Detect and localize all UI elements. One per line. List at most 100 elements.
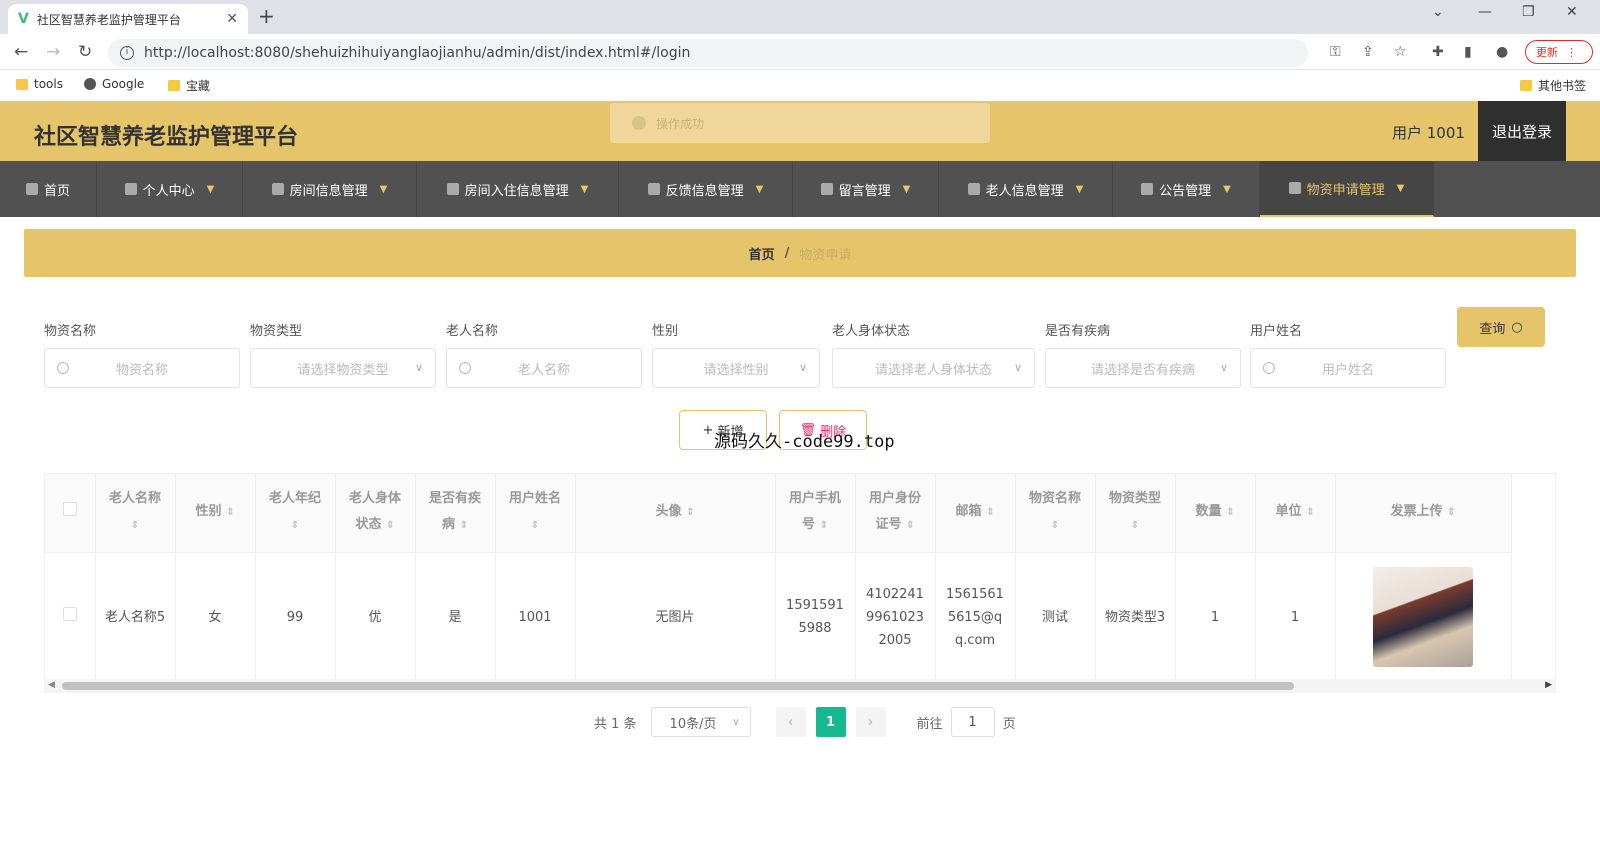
sort-icon[interactable]: ⇕ <box>820 520 828 531</box>
sort-icon[interactable]: ⇕ <box>906 520 914 531</box>
item-type-select[interactable]: 请选择物资类型 ∨ <box>250 348 436 388</box>
sort-icon[interactable]: ⇕ <box>1131 520 1139 531</box>
bookmark-treasure[interactable]: 宝藏 <box>168 77 210 94</box>
column-header[interactable]: 物资类型 ⇕ <box>1095 474 1176 553</box>
page-number-button[interactable]: 1 <box>815 707 846 737</box>
username-input[interactable]: 用户姓名 <box>1250 348 1446 388</box>
column-header[interactable]: 性别 ⇕ <box>175 474 256 553</box>
new-tab-icon[interactable]: + <box>258 4 275 28</box>
column-header[interactable]: 用户手机号 ⇕ <box>775 474 856 553</box>
elder-status-select[interactable]: 请选择老人身体状态 ∨ <box>832 348 1035 388</box>
nav-personal-center[interactable]: 个人中心 ▼ <box>97 161 243 217</box>
share-icon[interactable]: ⇪ <box>1362 44 1374 60</box>
page-size-select[interactable]: 10条/页 ∨ <box>650 707 751 737</box>
home-icon <box>25 183 38 195</box>
bookmark-tools[interactable]: tools <box>16 77 63 91</box>
nav-supply-application[interactable]: 物资申请管理 ▼ <box>1260 161 1434 217</box>
column-header[interactable]: 老人名称 ⇕ <box>95 474 176 553</box>
nav-home[interactable]: 首页 <box>0 161 97 217</box>
nav-elder-info[interactable]: 老人信息管理 ▼ <box>939 161 1113 217</box>
column-header[interactable]: 发票上传 ⇕ <box>1335 474 1512 553</box>
profile-icon[interactable]: ● <box>1496 44 1508 60</box>
search-icon <box>57 362 69 374</box>
invoice-image[interactable] <box>1373 567 1473 668</box>
document-icon <box>446 183 459 195</box>
sort-icon[interactable]: ⇕ <box>460 520 468 531</box>
header-label: 发票上传 <box>1390 504 1443 520</box>
sort-icon[interactable]: ⇕ <box>1306 507 1314 518</box>
column-header[interactable]: 是否有疾病 ⇕ <box>415 474 496 553</box>
restore-icon[interactable]: ❐ <box>1522 4 1535 20</box>
sort-icon[interactable]: ⇕ <box>386 520 394 531</box>
nav-label: 留言管理 <box>838 183 891 199</box>
column-header[interactable]: 用户身份证号 ⇕ <box>855 474 936 553</box>
extensions-icon[interactable]: ✚ <box>1432 44 1444 60</box>
header-label: 用户姓名 <box>508 491 561 507</box>
goto-page-input[interactable]: 1 <box>950 707 995 737</box>
back-icon[interactable]: ← <box>14 42 28 62</box>
column-header[interactable]: 邮箱 ⇕ <box>935 474 1016 553</box>
tab-title: 社区智慧养老监护管理平台 <box>36 12 181 27</box>
placeholder: 请选择性别 <box>703 362 769 378</box>
scrollbar-thumb[interactable] <box>62 682 1294 690</box>
column-header[interactable]: 单位 ⇕ <box>1255 474 1336 553</box>
bookmark-google[interactable]: Google <box>84 77 144 91</box>
other-bookmarks[interactable]: 其他书签 <box>1520 77 1586 94</box>
sort-icon[interactable]: ⇕ <box>291 520 299 531</box>
nav-announcements[interactable]: 公告管理 ▼ <box>1113 161 1260 217</box>
nav-room-info[interactable]: 房间信息管理 ▼ <box>243 161 417 217</box>
column-header[interactable]: 用户姓名 ⇕ <box>495 474 576 553</box>
update-button[interactable]: 更新 ⋮ <box>1525 40 1593 64</box>
logout-button[interactable]: 退出登录 <box>1478 101 1566 161</box>
nav-messages[interactable]: 留言管理 ▼ <box>793 161 939 217</box>
minimize-icon[interactable]: — <box>1478 4 1492 20</box>
url-field[interactable]: i http://localhost:8080/shehuizhihuiyang… <box>108 39 1308 67</box>
nav-room-checkin[interactable]: 房间入住信息管理 ▼ <box>417 161 619 217</box>
column-header[interactable]: 头像 ⇕ <box>575 474 776 553</box>
column-header[interactable]: 老人身体状态 ⇕ <box>335 474 416 553</box>
tab-search-icon[interactable]: ⌄ <box>1432 4 1444 20</box>
next-page-button[interactable]: › <box>855 707 886 737</box>
site-info-icon[interactable]: i <box>120 46 134 60</box>
breadcrumb: 首页 / 物资申请 <box>24 229 1576 277</box>
scroll-right-icon[interactable]: ▶ <box>1545 680 1552 690</box>
nav-label: 反馈信息管理 <box>665 183 744 199</box>
horizontal-scrollbar[interactable]: ◀ ▶ <box>44 679 1556 693</box>
close-tab-icon[interactable]: ✕ <box>226 11 238 27</box>
sort-icon[interactable]: ⇕ <box>1226 507 1234 518</box>
message-icon <box>820 183 833 195</box>
row-checkbox[interactable] <box>62 606 77 621</box>
query-button[interactable]: 查询 ○ <box>1457 307 1545 347</box>
column-header[interactable]: 老人年纪 ⇕ <box>255 474 336 553</box>
close-window-icon[interactable]: ✕ <box>1566 4 1578 20</box>
sort-icon[interactable]: ⇕ <box>1051 520 1059 531</box>
nav-feedback[interactable]: 反馈信息管理 ▼ <box>619 161 793 217</box>
column-header[interactable]: 物资名称 ⇕ <box>1015 474 1096 553</box>
cell-unit: 1 <box>1255 552 1336 682</box>
select-all-checkbox[interactable] <box>62 501 77 516</box>
column-header[interactable]: 数量 ⇕ <box>1175 474 1256 553</box>
cell-phone: 15915915988 <box>775 552 856 682</box>
sort-icon[interactable]: ⇕ <box>226 507 234 518</box>
sort-icon[interactable]: ⇕ <box>986 507 994 518</box>
item-name-input[interactable]: 物资名称 <box>44 348 240 388</box>
sort-icon[interactable]: ⇕ <box>131 520 139 531</box>
table-row[interactable]: 老人名称5 女 99 优 是 1001 无图片 15915915988 4102… <box>45 552 1512 682</box>
star-icon[interactable]: ☆ <box>1394 44 1407 60</box>
prev-page-button[interactable]: ‹ <box>775 707 806 737</box>
sort-icon[interactable]: ⇕ <box>1447 507 1455 518</box>
forward-icon[interactable]: → <box>46 42 60 62</box>
sidepanel-icon[interactable]: ▮ <box>1464 44 1472 60</box>
key-icon[interactable]: ⚿ <box>1330 44 1341 60</box>
sort-icon[interactable]: ⇕ <box>531 520 539 531</box>
cell-email: 15615615615@qq.com <box>935 552 1016 682</box>
sort-icon[interactable]: ⇕ <box>686 507 694 518</box>
elder-name-input[interactable]: 老人名称 <box>446 348 642 388</box>
disease-select[interactable]: 请选择是否有疾病 ∨ <box>1045 348 1241 388</box>
browser-tab[interactable]: V 社区智慧养老监护管理平台 ✕ <box>8 4 248 34</box>
gender-select[interactable]: 请选择性别 ∨ <box>652 348 820 388</box>
scroll-left-icon[interactable]: ◀ <box>48 680 55 690</box>
data-table: 老人名称 ⇕ 性别 ⇕ 老人年纪 ⇕ 老人身体状态 ⇕ 是否有疾病 ⇕ 用户姓名… <box>44 473 1556 693</box>
reload-icon[interactable]: ↻ <box>78 42 92 62</box>
breadcrumb-home[interactable]: 首页 <box>749 244 775 263</box>
